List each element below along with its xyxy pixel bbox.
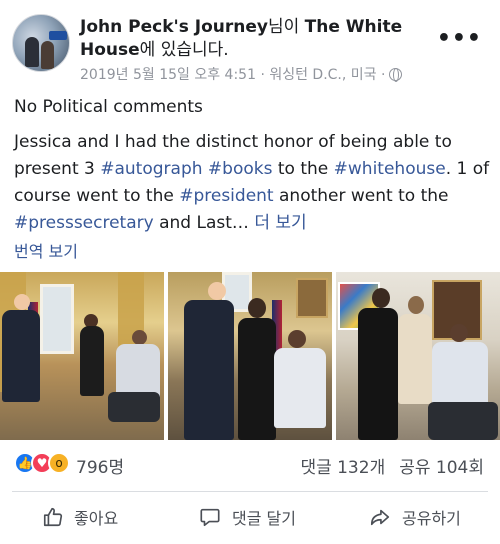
person	[238, 318, 276, 440]
person	[80, 326, 104, 396]
avatar-logo	[49, 31, 67, 40]
body-text: another went to the	[273, 186, 449, 206]
window	[40, 284, 74, 354]
person-head	[450, 324, 468, 342]
comment-button[interactable]: 댓글 달기	[198, 496, 296, 538]
photo-grid	[0, 272, 500, 440]
see-more-link[interactable]: 더 보기	[254, 213, 306, 233]
person-head	[248, 298, 266, 318]
post-photo[interactable]	[336, 272, 500, 440]
person	[358, 308, 398, 440]
reaction-count[interactable]: 796명	[76, 453, 124, 478]
body-text: and Last…	[153, 213, 255, 233]
hashtag-link[interactable]: #whitehouse	[334, 159, 446, 179]
share-arrow-icon	[370, 509, 390, 526]
like-button[interactable]: 좋아요	[42, 496, 118, 538]
wheelchair	[108, 392, 160, 422]
hashtag-link[interactable]: #autograph	[100, 159, 202, 179]
person-head	[408, 296, 424, 314]
person-head	[14, 294, 30, 310]
person-head	[208, 282, 226, 300]
thumbs-up-icon	[43, 507, 63, 527]
person	[184, 300, 234, 440]
person-head	[372, 288, 390, 308]
portrait-frame	[296, 278, 328, 318]
more-options-icon[interactable]: •••	[437, 26, 482, 51]
post-body: Jessica and I had the distinct honor of …	[14, 129, 492, 237]
post-photo[interactable]	[168, 272, 332, 440]
like-label: 좋아요	[74, 509, 119, 528]
globe-icon	[389, 68, 403, 82]
body-text: to the	[272, 159, 334, 179]
share-button[interactable]: 공유하기	[368, 496, 461, 538]
post-title: No Political comments	[14, 97, 203, 117]
share-count[interactable]: 공유 104회	[399, 458, 484, 478]
hashtag-link[interactable]: #presssecretary	[14, 213, 154, 233]
action-bar: 좋아요 댓글 달기 공유하기	[0, 496, 500, 538]
share-label: 공유하기	[402, 509, 461, 528]
avatar-person	[41, 41, 54, 69]
location-suffix: 에 있습니다.	[139, 40, 229, 60]
post-meta: 2019년 5월 15일 오후 4:51 · 워싱턴 D.C., 미국 ·	[80, 64, 403, 84]
post-header: John Peck's Journey님이 The White House에 있…	[0, 0, 500, 90]
wheelchair	[428, 402, 498, 440]
person-head	[288, 330, 306, 348]
post-timestamp[interactable]: 2019년 5월 15일 오후 4:51 · 워싱턴 D.C., 미국 ·	[80, 67, 385, 83]
post-author-line: John Peck's Journey님이 The White House에 있…	[80, 16, 440, 62]
hashtag-link[interactable]: #books	[208, 159, 273, 179]
person	[2, 310, 40, 402]
comment-bubble-icon	[200, 508, 220, 527]
person	[274, 348, 326, 428]
post-photo[interactable]	[0, 272, 164, 440]
wow-reaction-icon: o	[48, 452, 70, 474]
divider	[12, 491, 488, 492]
author-connector: 님이	[267, 17, 305, 37]
comment-count[interactable]: 댓글 132개	[300, 458, 385, 478]
see-translation-link[interactable]: 번역 보기	[14, 238, 78, 262]
person	[398, 314, 432, 404]
avatar-person	[25, 37, 39, 67]
comment-label: 댓글 달기	[232, 509, 296, 528]
author-avatar[interactable]	[12, 14, 70, 72]
engagement-stats: 댓글 132개 공유 104회	[300, 453, 484, 478]
hashtag-link[interactable]: #president	[179, 186, 273, 206]
author-name[interactable]: John Peck's Journey	[80, 17, 268, 37]
person-head	[132, 330, 147, 345]
